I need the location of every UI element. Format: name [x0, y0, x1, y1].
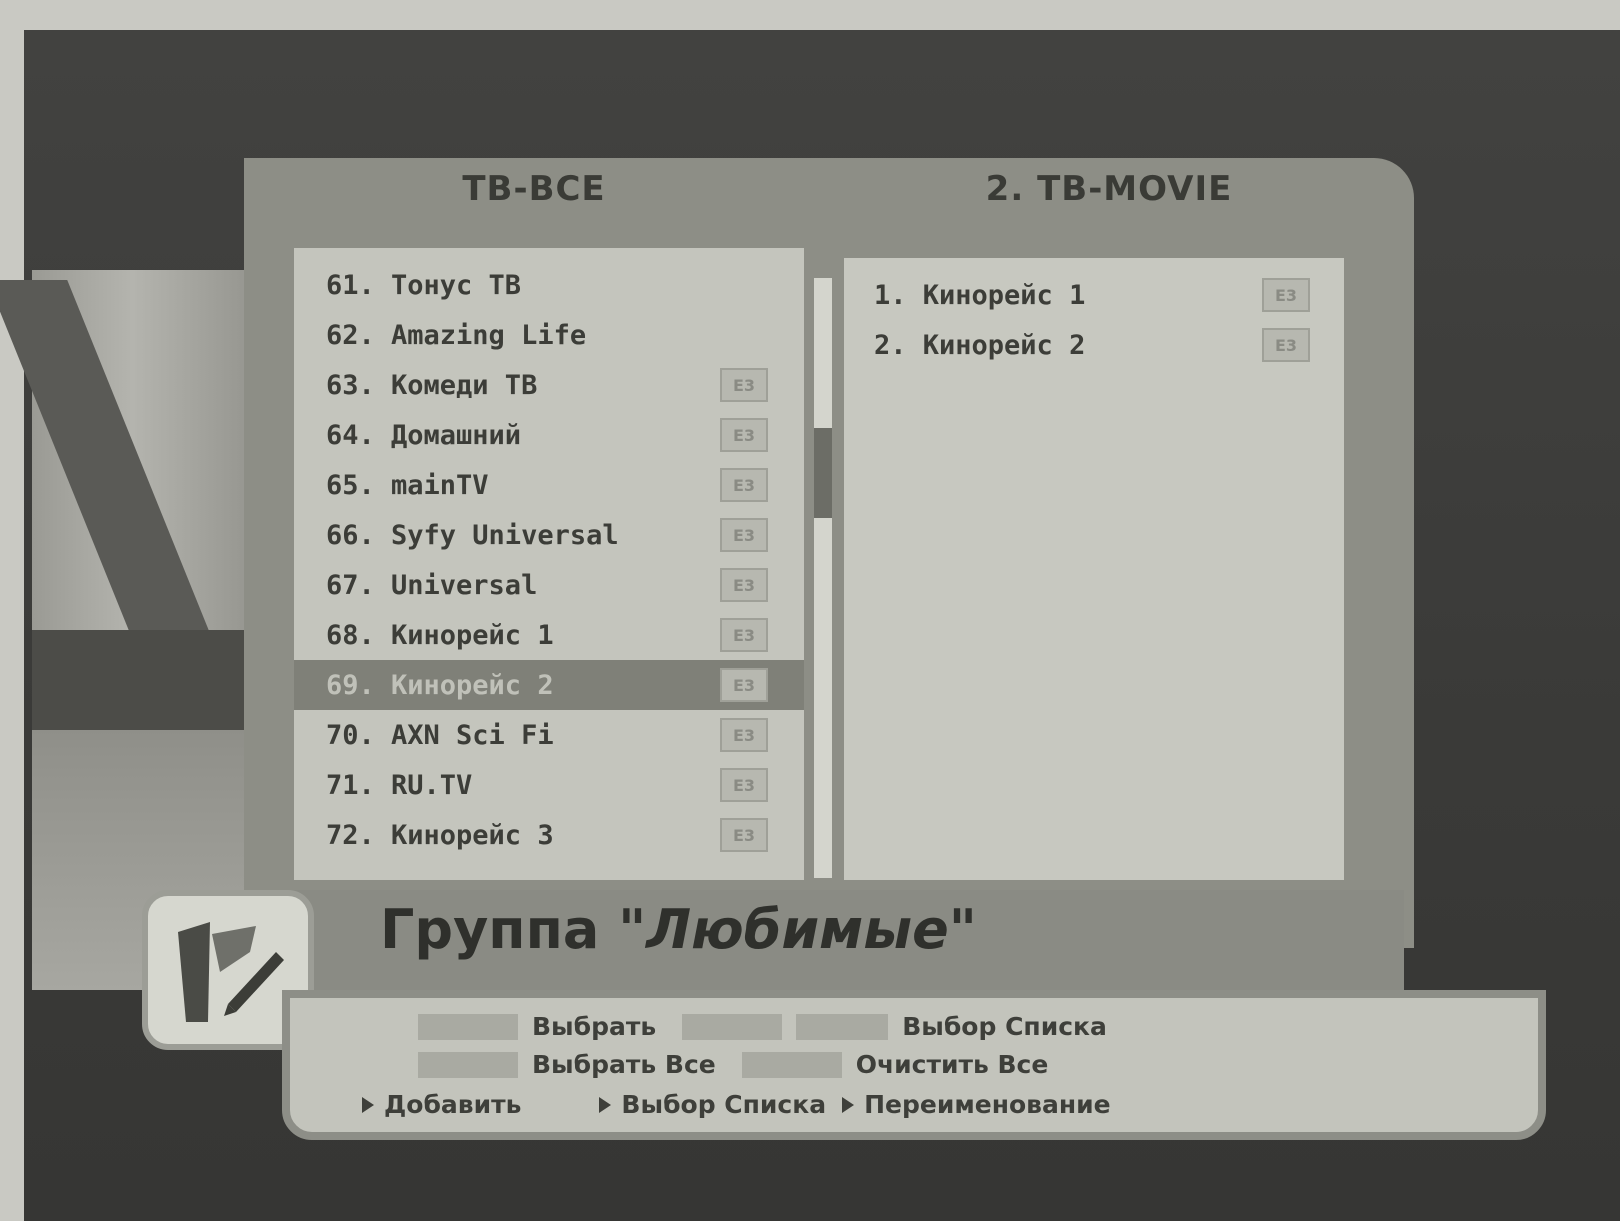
- channel-row[interactable]: 68. Кинорейс 1 E3: [294, 610, 804, 660]
- channel-name: 66. Syfy Universal: [326, 519, 619, 551]
- channel-row[interactable]: 62. Amazing Life: [294, 310, 804, 360]
- help-bar: Выбрать Выбор Списка Выбрать Все Очистит…: [282, 990, 1546, 1140]
- key-hint-chip: [418, 1013, 518, 1040]
- encrypted-badge: E3: [720, 768, 768, 802]
- channel-name: 71. RU.TV: [326, 769, 473, 801]
- target-channel-list[interactable]: 1. Кинорейс 1 E3 2. Кинорейс 2 E3: [844, 258, 1344, 880]
- channel-row-selected[interactable]: 69. Кинорейс 2 E3: [294, 660, 804, 710]
- channel-name: 65. mainTV: [326, 469, 489, 501]
- channel-name: 67. Universal: [326, 569, 538, 601]
- channel-editor-panel: ТВ-ВСЕ 2. ТВ-MOVIE 61. Тонус ТВ 62. Amaz…: [244, 158, 1414, 948]
- channel-row[interactable]: 66. Syfy Universal E3: [294, 510, 804, 560]
- help-add: Добавить: [384, 1090, 522, 1119]
- channel-row[interactable]: 67. Universal E3: [294, 560, 804, 610]
- scrollbar-thumb[interactable]: [814, 428, 832, 518]
- edit-list-icon: [178, 922, 284, 1022]
- help-select: Выбрать: [532, 1012, 657, 1041]
- tv-screen: ТВ-ВСЕ 2. ТВ-MOVIE 61. Тонус ТВ 62. Amaz…: [0, 30, 1620, 1221]
- encrypted-badge: E3: [720, 568, 768, 602]
- key-hint-chip: [741, 1051, 842, 1078]
- help-clear-all: Очистить Все: [855, 1050, 1049, 1079]
- arrow-icon: [599, 1096, 612, 1113]
- help-line-3: Добавить Выбор Списка Переименование: [362, 1090, 1111, 1119]
- encrypted-badge: E3: [720, 468, 768, 502]
- arrow-icon: [362, 1096, 374, 1113]
- key-hint-chip: [682, 1013, 783, 1040]
- arrow-icon: [842, 1096, 855, 1113]
- group-title: Группа "Любимые": [380, 898, 977, 961]
- channel-row[interactable]: 2. Кинорейс 2 E3: [844, 320, 1344, 370]
- encrypted-badge: E3: [720, 818, 768, 852]
- key-hint-chip: [418, 1051, 518, 1078]
- channel-name: 69. Кинорейс 2: [326, 669, 554, 701]
- channel-name: 61. Тонус ТВ: [326, 269, 522, 301]
- encrypted-badge: E3: [720, 718, 768, 752]
- help-rename: Переименование: [864, 1090, 1111, 1119]
- channel-row[interactable]: 64. Домашний E3: [294, 410, 804, 460]
- help-line-2: Выбрать Все Очистить Все: [418, 1050, 1048, 1079]
- source-list-title: ТВ-ВСЕ: [462, 169, 606, 209]
- channel-name: 1. Кинорейс 1: [874, 279, 1086, 311]
- encrypted-badge: E3: [720, 618, 768, 652]
- channel-row[interactable]: 1. Кинорейс 1 E3: [844, 270, 1344, 320]
- encrypted-badge: E3: [1262, 278, 1310, 312]
- encrypted-badge: E3: [720, 668, 768, 702]
- key-hint-chip: [796, 1013, 889, 1040]
- channel-name: 70. AXN Sci Fi: [326, 719, 554, 751]
- channel-row[interactable]: 70. AXN Sci Fi E3: [294, 710, 804, 760]
- help-line-1: Выбрать Выбор Списка: [418, 1012, 1107, 1041]
- target-list-title: 2. ТВ-MOVIE: [985, 169, 1233, 209]
- channel-name: 62. Amazing Life: [326, 319, 587, 351]
- source-channel-list[interactable]: 61. Тонус ТВ 62. Amazing Life 63. Комеди…: [294, 248, 804, 880]
- channel-row[interactable]: 72. Кинорейс 3 E3: [294, 810, 804, 860]
- encrypted-badge: E3: [720, 518, 768, 552]
- help-choose-list: Выбор Списка: [621, 1090, 827, 1119]
- channel-name: 63. Комеди ТВ: [326, 369, 538, 401]
- scene: ТВ-ВСЕ 2. ТВ-MOVIE 61. Тонус ТВ 62. Amaz…: [0, 0, 1620, 1221]
- channel-name: 64. Домашний: [326, 419, 522, 451]
- encrypted-badge: E3: [720, 418, 768, 452]
- channel-name: 2. Кинорейс 2: [874, 329, 1086, 361]
- channel-row[interactable]: 71. RU.TV E3: [294, 760, 804, 810]
- list-scrollbar[interactable]: [814, 278, 832, 878]
- channel-row[interactable]: 65. mainTV E3: [294, 460, 804, 510]
- group-title-prefix: Группа: [380, 898, 600, 961]
- help-select-list: Выбор Списка: [902, 1012, 1107, 1041]
- channel-name: 68. Кинорейс 1: [326, 619, 554, 651]
- channel-row[interactable]: 61. Тонус ТВ: [294, 260, 804, 310]
- group-title-bar: Группа "Любимые": [284, 890, 1404, 990]
- encrypted-badge: E3: [1262, 328, 1310, 362]
- channel-row[interactable]: 63. Комеди ТВ E3: [294, 360, 804, 410]
- group-title-name: "Любимые": [618, 898, 977, 961]
- help-select-all: Выбрать Все: [532, 1050, 716, 1079]
- encrypted-badge: E3: [720, 368, 768, 402]
- channel-name: 72. Кинорейс 3: [326, 819, 554, 851]
